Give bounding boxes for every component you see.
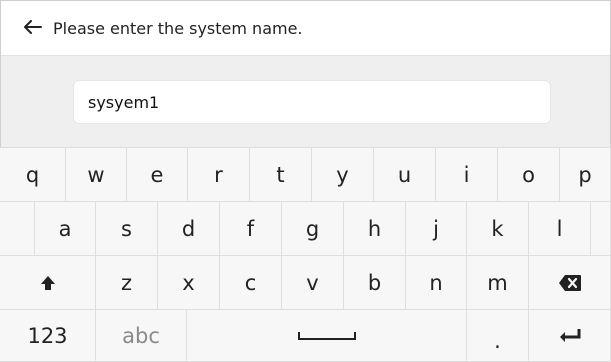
key-d[interactable]: d xyxy=(158,202,220,256)
key-m[interactable]: m xyxy=(467,256,529,310)
enter-key[interactable] xyxy=(529,310,611,362)
key-s[interactable]: s xyxy=(96,202,158,256)
key-n[interactable]: n xyxy=(406,256,467,310)
key-f[interactable]: f xyxy=(220,202,282,256)
arrow-left-icon xyxy=(24,19,42,38)
key-c[interactable]: c xyxy=(220,256,282,310)
key-b[interactable]: b xyxy=(344,256,406,310)
enter-return-icon xyxy=(559,328,581,344)
space-bar-icon xyxy=(297,331,356,341)
page-title: Please enter the system name. xyxy=(53,18,303,38)
key-g[interactable]: g xyxy=(282,202,344,256)
key-j[interactable]: j xyxy=(406,202,467,256)
key-o[interactable]: o xyxy=(498,148,560,202)
key-i[interactable]: i xyxy=(436,148,498,202)
key-a[interactable]: a xyxy=(35,202,96,256)
key-h[interactable]: h xyxy=(344,202,406,256)
key-x[interactable]: x xyxy=(158,256,220,310)
period-key[interactable]: . xyxy=(467,310,529,362)
shift-up-arrow-icon xyxy=(40,275,56,291)
back-button[interactable] xyxy=(13,8,53,48)
letters-key[interactable]: abc xyxy=(96,310,187,362)
key-u[interactable]: u xyxy=(374,148,436,202)
header-bar: Please enter the system name. xyxy=(1,1,610,56)
shift-key[interactable] xyxy=(0,256,96,310)
key-l[interactable]: l xyxy=(529,202,591,256)
key-e[interactable]: e xyxy=(127,148,188,202)
backspace-icon xyxy=(558,274,582,292)
key-r[interactable]: r xyxy=(188,148,250,202)
key-k[interactable]: k xyxy=(467,202,529,256)
key-y[interactable]: y xyxy=(312,148,374,202)
key-spacer-right xyxy=(591,202,611,256)
key-p[interactable]: p xyxy=(560,148,611,202)
numbers-key[interactable]: 123 xyxy=(0,310,96,362)
key-v[interactable]: v xyxy=(282,256,344,310)
input-area xyxy=(1,56,610,148)
on-screen-keyboard: q w e r t y u i o p a s d f g h j k l z … xyxy=(0,147,611,362)
key-t[interactable]: t xyxy=(250,148,312,202)
key-z[interactable]: z xyxy=(96,256,158,310)
system-name-input[interactable] xyxy=(73,80,551,124)
backspace-key[interactable] xyxy=(529,256,611,310)
key-w[interactable]: w xyxy=(66,148,127,202)
key-q[interactable]: q xyxy=(0,148,66,202)
space-key[interactable] xyxy=(187,310,467,362)
key-spacer-left xyxy=(0,202,35,256)
